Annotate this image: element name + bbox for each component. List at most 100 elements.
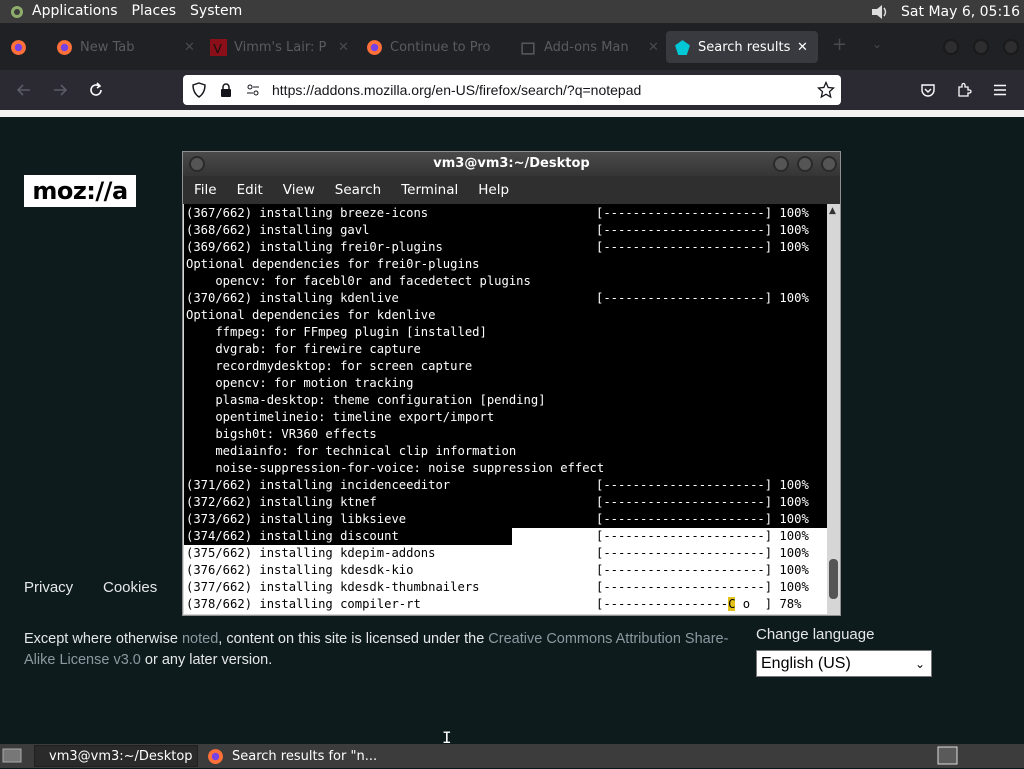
- terminal-line-text: (371/662) installing incidenceeditor: [186, 478, 451, 492]
- terminal-line-text: Optional dependencies for kdenlive: [186, 308, 436, 322]
- terminal-line: (371/662) installing incidenceeditor [---…: [186, 477, 809, 494]
- language-selected-value: English (US): [761, 654, 851, 672]
- minimize-button[interactable]: [943, 39, 959, 55]
- star-icon[interactable]: [816, 80, 836, 103]
- terminal-line-text: dvgrab: for firewire capture: [186, 342, 421, 356]
- terminal-window[interactable]: vm3@vm3:~/Desktop File Edit View Search …: [182, 151, 841, 616]
- progress-bar-text: [----------------------] 100%: [596, 291, 809, 305]
- terminal-scrollbar[interactable]: ▲: [827, 204, 840, 614]
- window-menu-button[interactable]: [189, 156, 205, 172]
- maximize-button[interactable]: [973, 39, 989, 55]
- terminal-line: plasma-desktop: theme configuration [pen…: [186, 392, 604, 409]
- task-firefox[interactable]: Search results for "n...: [201, 745, 391, 767]
- terminal-line-current: (378/662) installing compiler-rt [-------…: [186, 596, 801, 613]
- maximize-button[interactable]: [797, 156, 813, 172]
- terminal-line: (377/662) installing kdesdk-thumbnailers…: [186, 579, 809, 596]
- terminal-line-text: recordmydesktop: for screen capture: [186, 359, 473, 373]
- tab-vimms-lair[interactable]: V Vimm's Lair: P ✕: [210, 31, 349, 63]
- forward-icon[interactable]: [48, 78, 72, 102]
- noted-link[interactable]: noted: [182, 631, 218, 647]
- terminal-line-text: plasma-desktop: theme configuration [pen…: [186, 393, 546, 407]
- menu-terminal[interactable]: Terminal: [391, 182, 468, 198]
- terminal-line: ffmpeg: for FFmpeg plugin [installed]: [186, 324, 604, 341]
- url-bar[interactable]: https://addons.mozilla.org/en-US/firefox…: [183, 75, 841, 105]
- minimize-button[interactable]: [773, 156, 789, 172]
- menu-help[interactable]: Help: [468, 182, 519, 198]
- change-language-label: Change language: [756, 626, 875, 643]
- terminal-line: (370/662) installing kdenlive [----------…: [186, 290, 809, 307]
- vimm-icon: V: [210, 38, 227, 56]
- chevron-down-icon[interactable]: ⌄: [872, 37, 882, 51]
- terminal-line-text: (375/662) installing kdepim-addons: [186, 546, 436, 560]
- tab-title: Search results f: [698, 39, 793, 55]
- scroll-up-icon[interactable]: ▲: [829, 206, 836, 216]
- svg-text:V: V: [213, 41, 222, 55]
- shield-icon[interactable]: [191, 82, 207, 102]
- puzzle-icon: [521, 41, 535, 55]
- menu-applications[interactable]: Applications: [28, 0, 125, 23]
- tab-addons-manager[interactable]: Add-ons Man ✕: [520, 31, 659, 63]
- menu-places[interactable]: Places: [125, 0, 184, 23]
- permissions-icon[interactable]: [245, 82, 261, 102]
- nav-bar: https://addons.mozilla.org/en-US/firefox…: [0, 70, 1024, 110]
- terminal-titlebar[interactable]: vm3@vm3:~/Desktop: [183, 152, 840, 176]
- close-icon[interactable]: ✕: [338, 40, 349, 55]
- terminal-line-text: (372/662) installing ktnef: [186, 495, 377, 509]
- workspace-switcher[interactable]: [937, 746, 958, 769]
- menu-search[interactable]: Search: [325, 182, 391, 198]
- terminal-line-text: (376/662) installing kdesdk-kio: [186, 563, 414, 577]
- terminal-line: (376/662) installing kdesdk-kio [--------…: [186, 562, 809, 579]
- terminal-line: (373/662) installing libksieve [---------…: [186, 511, 809, 528]
- menu-system[interactable]: System: [183, 0, 249, 23]
- mouse-cursor: I: [442, 728, 452, 747]
- terminal-line: (375/662) installing kdepim-addons [-----…: [186, 545, 809, 562]
- extensions-icon[interactable]: [952, 78, 976, 102]
- progress-bar-text: [----------------------] 100%: [596, 223, 809, 237]
- mozilla-logo[interactable]: moz://a: [24, 175, 136, 207]
- url-text[interactable]: https://addons.mozilla.org/en-US/firefox…: [272, 82, 641, 98]
- chevron-down-icon: ⌄: [914, 656, 925, 671]
- terminal-line-text: opencv: for facebl0r and facedetect plug…: [186, 274, 531, 288]
- lock-icon[interactable]: [218, 82, 234, 102]
- close-icon[interactable]: ✕: [184, 40, 195, 55]
- volume-icon[interactable]: [869, 2, 891, 22]
- menu-edit[interactable]: Edit: [227, 182, 273, 198]
- close-window-button[interactable]: [1003, 39, 1019, 55]
- close-icon[interactable]: ✕: [648, 40, 659, 55]
- privacy-link[interactable]: Privacy: [24, 579, 73, 596]
- progress-bar-text: [----------------------] 100%: [596, 240, 809, 254]
- terminal-line-text: (369/662) installing frei0r-plugins: [186, 240, 443, 254]
- progress-bar-text: [----------------------] 100%: [596, 546, 809, 560]
- hamburger-menu-icon[interactable]: [988, 78, 1012, 102]
- progress-bar-text: [----------------------] 100%: [596, 563, 809, 577]
- show-desktop-icon[interactable]: [2, 747, 22, 768]
- tab-new-tab[interactable]: New Tab ✕: [56, 31, 195, 63]
- clock[interactable]: Sat May 6, 05:16: [901, 4, 1024, 20]
- terminal-output[interactable]: (367/662) installing breeze-icons [------…: [184, 204, 827, 614]
- tab-pinned[interactable]: [10, 31, 34, 63]
- tab-search-results[interactable]: Search results f ✕: [666, 31, 818, 63]
- cookies-link[interactable]: Cookies: [103, 579, 157, 596]
- menu-view[interactable]: View: [273, 182, 325, 198]
- tab-continue[interactable]: Continue to Pro: [366, 31, 490, 63]
- close-window-button[interactable]: [821, 156, 837, 172]
- language-select[interactable]: English (US) ⌄: [756, 650, 932, 677]
- gnome-foot-icon[interactable]: [6, 3, 28, 21]
- terminal-lines: (367/662) installing breeze-icons [------…: [186, 205, 809, 613]
- pocket-icon[interactable]: [916, 78, 940, 102]
- addons-icon: [675, 39, 690, 55]
- progress-bar-text: [----------------------] 100%: [596, 495, 809, 509]
- license-text-part: Except where otherwise: [24, 631, 182, 647]
- progress-bar-start: [-----------------: [596, 597, 729, 611]
- scrollbar-thumb[interactable]: [829, 559, 838, 599]
- back-icon[interactable]: [12, 78, 36, 102]
- menu-file[interactable]: File: [183, 182, 227, 198]
- reload-icon[interactable]: [84, 78, 108, 102]
- new-tab-plus-icon[interactable]: +: [832, 36, 848, 54]
- close-icon[interactable]: ✕: [797, 40, 808, 55]
- terminal-line: Optional dependencies for kdenlive: [186, 307, 604, 324]
- firefox-icon: [367, 39, 382, 55]
- task-terminal[interactable]: vm3@vm3:~/Desktop: [34, 745, 198, 767]
- tab-bar: New Tab ✕ V Vimm's Lair: P ✕ Continue to…: [0, 23, 1024, 70]
- terminal-line-text: (367/662) installing breeze-icons: [186, 206, 429, 220]
